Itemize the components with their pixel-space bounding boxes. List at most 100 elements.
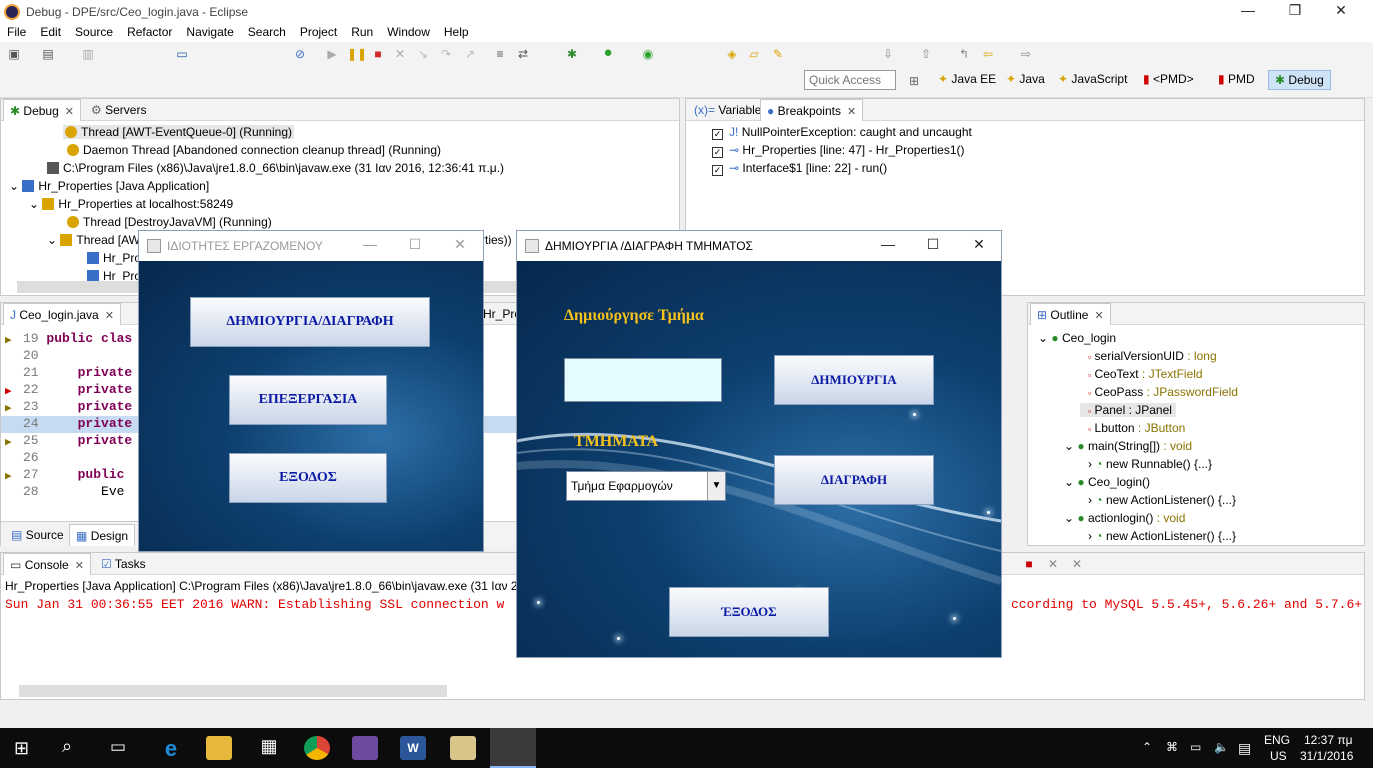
skip-breakpoints-icon[interactable]: ⊘	[292, 47, 308, 61]
step-into-icon[interactable]: ↘	[415, 47, 431, 61]
tree-row[interactable]: Hr_Pro	[87, 251, 141, 265]
outline-item[interactable]: ⌄ ● main(String[]) : void	[1064, 439, 1192, 453]
menu-source[interactable]: Source	[68, 24, 120, 39]
clock-date[interactable]: 31/1/2016	[1300, 749, 1353, 763]
tree-row[interactable]: Thread [DestroyJavaVM] (Running)	[67, 215, 272, 229]
breakpoint-marker-icon[interactable]: ▶	[5, 333, 12, 347]
notifications-icon[interactable]: ▤	[1238, 740, 1251, 757]
minimize-icon[interactable]: —	[873, 236, 903, 252]
breakpoint-item[interactable]: ✓ ⊸ Interface$1 [line: 22] - run()	[712, 161, 887, 176]
breakpoint-marker-icon[interactable]: ▶	[5, 384, 12, 398]
outline-item[interactable]: ▫ serialVersionUID : long	[1088, 349, 1217, 363]
chevron-down-icon[interactable]: ⌄	[1038, 331, 1048, 345]
outline-item[interactable]: › ◔ new ActionListener() {...}	[1088, 493, 1236, 507]
perspective-java[interactable]: ✦ Java	[1006, 72, 1045, 86]
coverage-icon[interactable]: ◉	[640, 47, 656, 61]
tab-breakpoints[interactable]: ● Breakpoints ✕	[760, 99, 864, 121]
terminate-icon[interactable]: ■	[370, 47, 386, 61]
prev-annotation-icon[interactable]: ⇧	[918, 47, 934, 61]
language-label[interactable]: ENG	[1264, 733, 1290, 747]
chevron-down-icon[interactable]: ⌄	[1064, 439, 1074, 453]
run-icon[interactable]: ●	[600, 45, 616, 60]
tree-row[interactable]: ⌄ Thread [AW	[47, 233, 140, 247]
terminate-icon[interactable]: ■	[1021, 557, 1037, 571]
tab-source[interactable]: ▤ Source	[5, 524, 70, 546]
menu-window[interactable]: Window	[380, 24, 437, 39]
minimize-icon[interactable]: —	[355, 236, 385, 252]
network-icon[interactable]: ⌘	[1166, 740, 1178, 754]
tab-tasks[interactable]: ☑ Tasks	[95, 553, 152, 575]
tab-servers[interactable]: ⚙ Servers	[85, 99, 152, 121]
clock-time[interactable]: 12:37 πμ	[1304, 733, 1353, 747]
menu-navigate[interactable]: Navigate	[179, 24, 240, 39]
windows-start-icon[interactable]: ⊞	[14, 738, 29, 759]
close-icon[interactable]: ✕	[445, 236, 475, 253]
minimize-icon[interactable]: —	[1233, 2, 1263, 18]
breakpoint-marker-icon[interactable]: ▶	[5, 401, 12, 415]
chevron-right-icon[interactable]: ›	[1088, 529, 1092, 543]
menu-file[interactable]: File	[0, 24, 33, 39]
close-icon[interactable]: ✕	[964, 236, 994, 253]
perspective-pmd[interactable]: ▮ PMD	[1218, 72, 1255, 86]
delete-button[interactable]: ΔΙΑΓΡΑΦΗ	[774, 455, 934, 505]
tree-row[interactable]: C:\Program Files (x86)\Java\jre1.8.0_66\…	[47, 161, 504, 175]
breakpoint-item[interactable]: ✓ J! NullPointerException: caught and unc…	[712, 125, 972, 140]
maximize-icon[interactable]: ☐	[918, 236, 948, 253]
tree-row[interactable]: ⌄ Hr_Properties [Java Application]	[9, 179, 209, 193]
chevron-up-icon[interactable]: ⌃	[1142, 740, 1152, 754]
menu-edit[interactable]: Edit	[33, 24, 68, 39]
tree-row[interactable]: Thread [AWT-EventQueue-0] (Running)	[63, 125, 294, 139]
outline-item[interactable]: ⌄ ● Ceo_login()	[1064, 475, 1150, 489]
menu-refactor[interactable]: Refactor	[120, 24, 179, 39]
breakpoint-item[interactable]: ✓ ⊸ Hr_Properties [line: 47] - Hr_Propert…	[712, 143, 965, 158]
checkbox-checked-icon[interactable]: ✓	[712, 129, 723, 140]
search-icon[interactable]: ⌕	[62, 736, 72, 757]
suspend-icon[interactable]: ❚❚	[347, 47, 367, 61]
perspective-debug[interactable]: ✱ Debug	[1268, 70, 1331, 90]
forward-icon[interactable]: ⇨	[1018, 47, 1034, 61]
java-taskbar-button[interactable]	[490, 728, 536, 768]
internet-explorer-icon[interactable]: e	[158, 736, 184, 761]
disconnect-icon[interactable]: ✕	[392, 47, 408, 61]
tree-row[interactable]: ⌄ Hr_Properties at localhost:58249	[29, 197, 233, 211]
file-explorer-icon[interactable]	[206, 736, 232, 760]
volume-icon[interactable]: 🔈	[1214, 740, 1229, 754]
console-icon[interactable]: ▭	[174, 47, 190, 61]
remove-launch-icon[interactable]: ✕	[1045, 557, 1061, 571]
chevron-right-icon[interactable]: ›	[1088, 493, 1092, 507]
horizontal-scrollbar[interactable]	[19, 685, 447, 697]
tab-ceo-login-java[interactable]: J Ceo_login.java ✕	[3, 303, 121, 325]
menu-project[interactable]: Project	[293, 24, 344, 39]
next-annotation-icon[interactable]: ⇩	[880, 47, 896, 61]
chevron-down-icon[interactable]: ⌄	[47, 233, 57, 247]
menu-help[interactable]: Help	[437, 24, 476, 39]
perspective-javascript[interactable]: ✦ JavaScript	[1058, 72, 1127, 86]
breakpoint-marker-icon[interactable]: ▶	[5, 469, 12, 483]
step-over-icon[interactable]: ↷	[438, 47, 454, 61]
save-all-icon[interactable]: ▥	[80, 47, 96, 61]
menu-run[interactable]: Run	[344, 24, 380, 39]
store-icon[interactable]: ▦	[256, 736, 282, 760]
open-folder-icon[interactable]: ▱	[746, 47, 762, 61]
outline-item[interactable]: › ◔ new ActionListener() {...}	[1088, 529, 1236, 543]
exit-button[interactable]: ΈΞΟΔΟΣ	[669, 587, 829, 637]
create-button[interactable]: ΔΗΜΙΟΥΡΓΙΑ	[774, 355, 934, 405]
remove-all-icon[interactable]: ✕	[1069, 557, 1085, 571]
restore-icon[interactable]: ❐	[1280, 2, 1310, 19]
resume-icon[interactable]: ▶	[324, 47, 340, 61]
breakpoint-marker-icon[interactable]: ▶	[5, 435, 12, 449]
maximize-icon[interactable]: ☐	[400, 236, 430, 253]
search-tool-icon[interactable]: ✎	[770, 47, 786, 61]
tab-design[interactable]: ▦ Design	[69, 524, 136, 546]
checkbox-checked-icon[interactable]: ✓	[712, 165, 723, 176]
edit-button[interactable]: ΕΠΕΞΕΡΓΑΣΙΑ	[229, 375, 387, 425]
last-edit-icon[interactable]: ↰	[956, 47, 972, 61]
outline-item[interactable]: ▫ CeoPass : JPasswordField	[1088, 385, 1238, 399]
battery-icon[interactable]: ▭	[1190, 740, 1201, 754]
open-type-icon[interactable]: ◈	[724, 47, 740, 61]
checkbox-checked-icon[interactable]: ✓	[712, 147, 723, 158]
chevron-down-icon[interactable]: ⌄	[1064, 475, 1074, 489]
outline-item-selected[interactable]: ▫ Panel : JPanel	[1080, 403, 1176, 417]
outline-item[interactable]: ▫ Lbutton : JButton	[1088, 421, 1185, 435]
tree-row[interactable]: Daemon Thread [Abandoned connection clea…	[67, 143, 441, 157]
